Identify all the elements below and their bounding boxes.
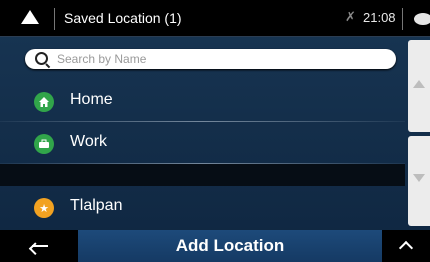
triangle-down-icon bbox=[413, 174, 425, 182]
bottom-bar: Add Location bbox=[0, 230, 430, 262]
separator bbox=[54, 8, 55, 30]
top-bar: Saved Location (1) ✗ 21:08 bbox=[0, 0, 430, 37]
home-icon bbox=[34, 92, 54, 112]
separator bbox=[402, 8, 403, 30]
list-item-work[interactable]: Work bbox=[0, 122, 405, 164]
list-item-label: Home bbox=[70, 91, 113, 108]
briefcase-icon bbox=[34, 134, 54, 154]
triangle-up-icon bbox=[413, 80, 425, 88]
star-icon: ★ bbox=[34, 198, 54, 218]
saved-location-screen: Saved Location (1) ✗ 21:08 Home Work ★ T… bbox=[0, 0, 430, 262]
more-button[interactable] bbox=[382, 230, 430, 262]
page-title: Saved Location (1) bbox=[64, 10, 182, 26]
navigation-arrow-icon[interactable] bbox=[21, 10, 39, 24]
back-button[interactable] bbox=[0, 230, 78, 262]
message-icon[interactable] bbox=[414, 13, 430, 25]
list-gap bbox=[0, 164, 405, 186]
search-bar[interactable] bbox=[25, 49, 396, 69]
search-input[interactable] bbox=[57, 51, 387, 67]
gps-off-icon: ✗ bbox=[345, 9, 356, 24]
list-item-home[interactable]: Home bbox=[0, 80, 405, 122]
scroll-down-button[interactable] bbox=[408, 136, 430, 226]
search-icon bbox=[35, 52, 48, 65]
chevron-up-icon bbox=[398, 240, 414, 256]
clock: 21:08 bbox=[363, 10, 396, 25]
list-item-label: Work bbox=[70, 133, 108, 150]
list-item-tlalpan[interactable]: ★ Tlalpan bbox=[0, 186, 405, 228]
back-arrow-icon bbox=[32, 245, 48, 247]
scrollbar bbox=[408, 40, 430, 226]
list-item-label: Tlalpan bbox=[70, 197, 123, 214]
scroll-up-button[interactable] bbox=[408, 40, 430, 132]
add-location-button[interactable]: Add Location bbox=[78, 230, 382, 262]
